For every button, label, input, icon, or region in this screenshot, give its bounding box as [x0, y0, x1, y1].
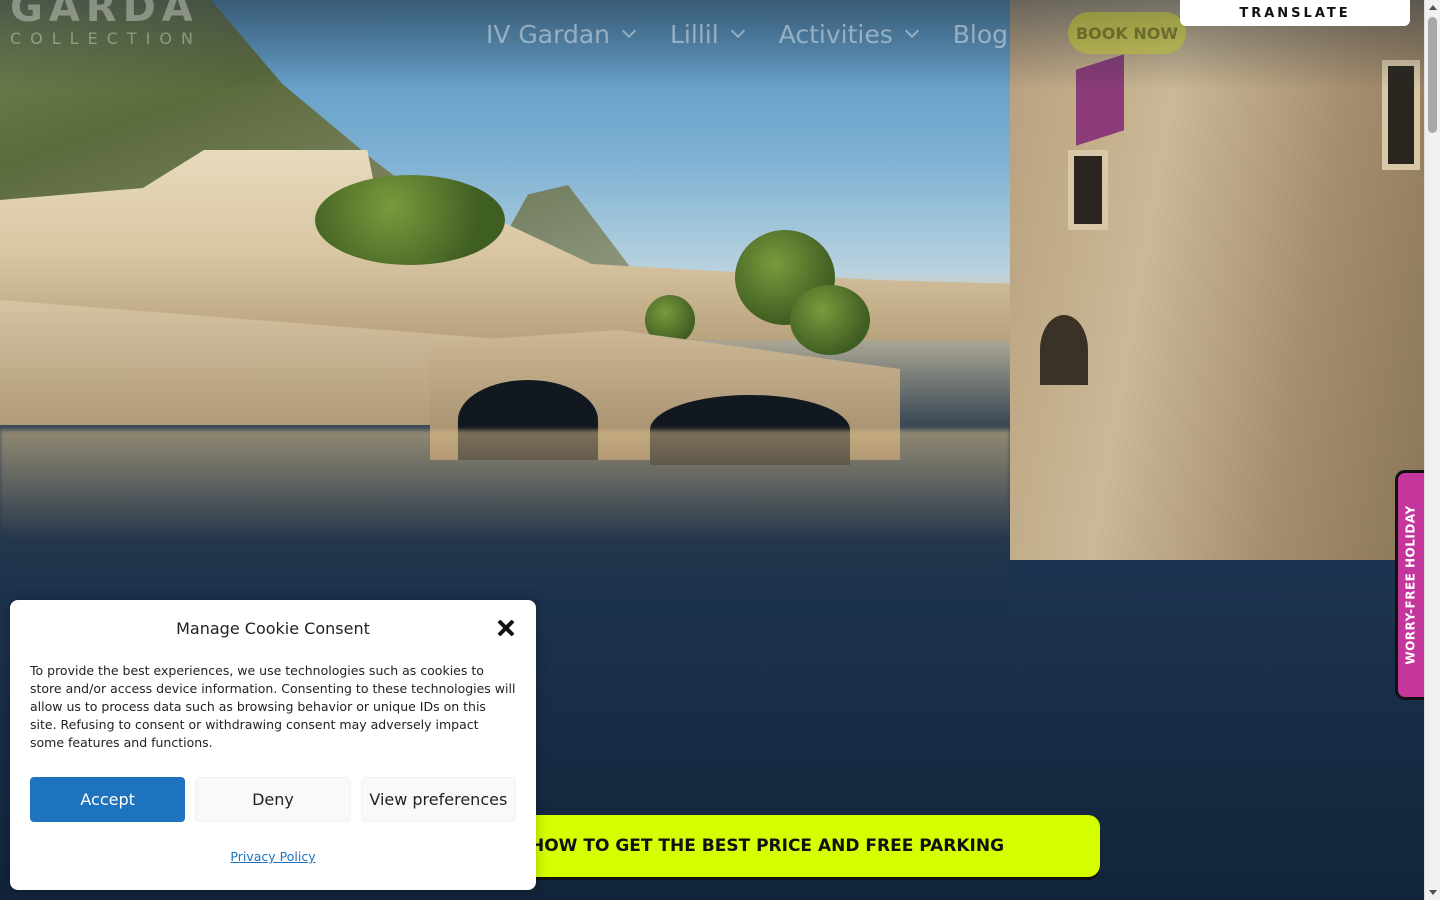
best-price-banner[interactable]: HOW TO GET THE BEST PRICE AND FREE PARKI… [500, 815, 1100, 877]
main-nav: IV Gardan Lillil Activities Blog [486, 14, 1044, 54]
nav-item-activities[interactable]: Activities [778, 19, 919, 49]
site-logo[interactable]: GARDA COLLECTION [10, 0, 202, 48]
cookie-title: Manage Cookie Consent [176, 619, 370, 638]
privacy-policy-link[interactable]: Privacy Policy [10, 849, 536, 864]
scrollbar-thumb[interactable] [1428, 17, 1437, 133]
view-preferences-button[interactable]: View preferences [360, 777, 516, 822]
best-price-label: HOW TO GET THE BEST PRICE AND FREE PARKI… [530, 836, 1005, 856]
cookie-button-group: Accept Deny View preferences [30, 777, 516, 822]
page-scrollbar[interactable] [1424, 0, 1440, 900]
chevron-down-icon [904, 23, 919, 39]
tree [790, 285, 870, 355]
tower-doorway [1040, 315, 1088, 385]
nav-item-label: IV Gardan [486, 19, 610, 49]
cookie-consent-dialog: Manage Cookie Consent To provide the bes… [10, 600, 536, 890]
chevron-down-icon [730, 23, 745, 39]
logo-subtitle: COLLECTION [10, 29, 202, 48]
close-icon[interactable] [496, 618, 516, 638]
tree [315, 175, 505, 265]
logo-wordmark: GARDA [10, 0, 199, 31]
nav-item-label: Blog [952, 19, 1008, 49]
chevron-down-icon [621, 23, 637, 39]
deny-button[interactable]: Deny [195, 777, 351, 822]
book-now-button[interactable]: BOOK NOW [1068, 12, 1186, 54]
scroll-up-arrow-icon[interactable] [1429, 5, 1437, 10]
translate-button[interactable]: TRANSLATE [1180, 0, 1410, 26]
nav-item-iv-gardan[interactable]: IV Gardan [486, 19, 637, 49]
worry-free-holiday-tab[interactable]: WORRY-FREE HOLIDAY [1395, 470, 1424, 700]
cookie-message: To provide the best experiences, we use … [30, 663, 516, 750]
scroll-down-arrow-icon[interactable] [1429, 890, 1437, 895]
nav-item-label: Activities [778, 19, 893, 49]
water-reflection [0, 430, 1010, 610]
side-tab-label: WORRY-FREE HOLIDAY [1404, 505, 1419, 665]
tower-window [1068, 150, 1108, 230]
nav-item-lillil[interactable]: Lillil [670, 19, 745, 49]
nav-item-label: Lillil [670, 19, 719, 49]
nav-item-blog[interactable]: Blog [953, 20, 1008, 49]
accept-button[interactable]: Accept [30, 777, 186, 822]
page: GARDA COLLECTION IV Gardan Lillil Activi… [0, 0, 1440, 900]
